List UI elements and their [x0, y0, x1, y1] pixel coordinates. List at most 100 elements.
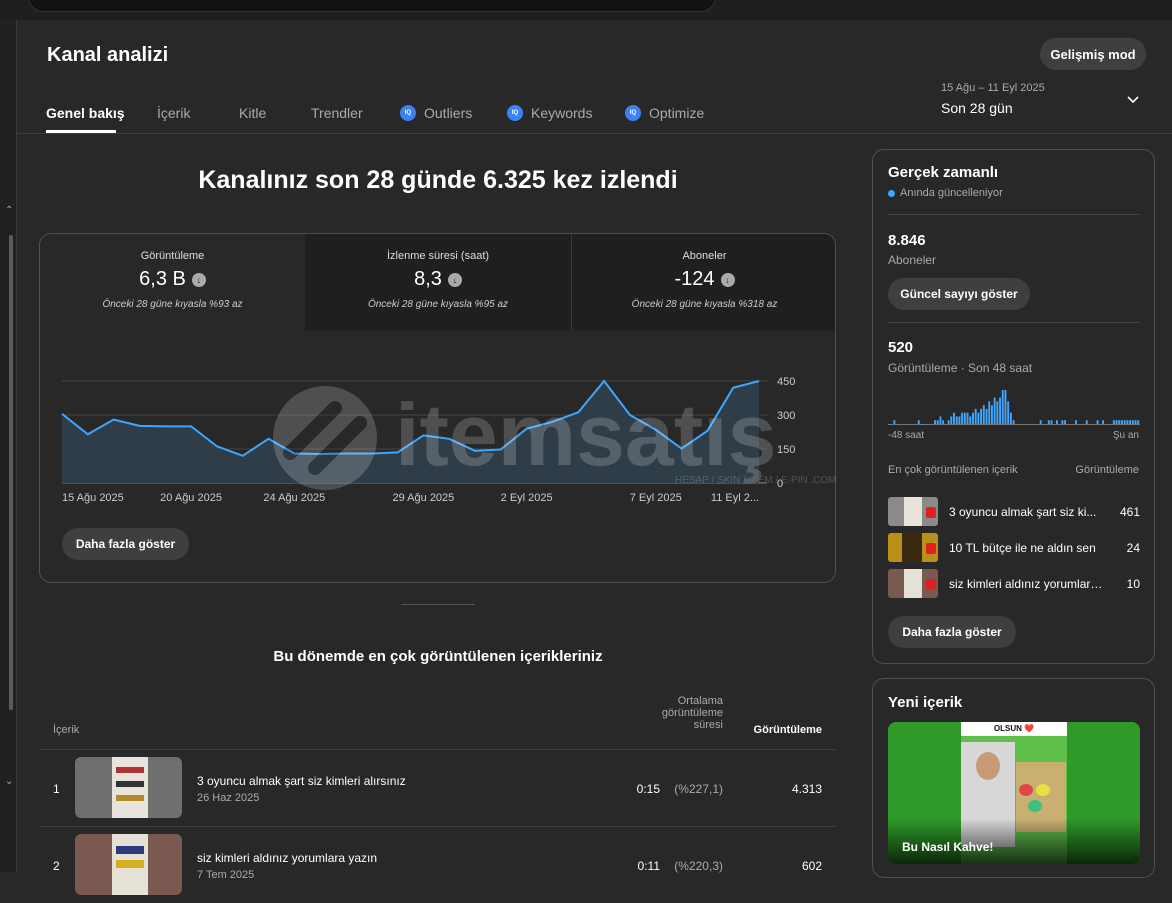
- realtime-bar[interactable]: [947, 420, 950, 424]
- search-input[interactable]: [28, 0, 716, 12]
- tab-optimize[interactable]: IQ Optimize: [625, 103, 704, 123]
- date-range-label[interactable]: Son 28 gün: [941, 100, 1013, 116]
- y-tick-label: 450: [777, 376, 795, 388]
- realtime-bar[interactable]: [1137, 420, 1140, 424]
- realtime-bar[interactable]: [1047, 420, 1050, 424]
- realtime-bar[interactable]: [1009, 412, 1012, 424]
- realtime-bar[interactable]: [1004, 390, 1007, 424]
- left-scrollbar[interactable]: [9, 235, 13, 710]
- top-content-title: Bu dönemde en çok görüntülenen içerikler…: [273, 648, 603, 665]
- scroll-down-icon[interactable]: ⌄: [5, 776, 13, 787]
- list-item[interactable]: 10 TL bütçe ile ne aldın sen 24: [888, 533, 1140, 563]
- realtime-bar[interactable]: [996, 401, 999, 424]
- realtime-bar[interactable]: [1126, 420, 1129, 424]
- realtime-show-more-button[interactable]: Daha fazla göster: [888, 616, 1016, 648]
- metric-watch-time[interactable]: İzlenme süresi (saat) 8,3 ↓ Önceki 28 gün…: [305, 234, 571, 331]
- video-title: siz kimleri aldınız yorumlara ...: [949, 577, 1106, 591]
- show-live-count-button[interactable]: Güncel sayıyı göster: [888, 278, 1030, 310]
- realtime-bar[interactable]: [936, 420, 939, 424]
- scroll-up-icon[interactable]: ⌃: [5, 205, 13, 216]
- realtime-bar[interactable]: [1012, 420, 1015, 424]
- realtime-bar[interactable]: [1121, 420, 1123, 424]
- realtime-bar[interactable]: [1123, 420, 1126, 424]
- realtime-bar[interactable]: [934, 420, 936, 424]
- video-thumbnail[interactable]: [75, 834, 182, 895]
- realtime-bar[interactable]: [966, 412, 969, 424]
- realtime-bar[interactable]: [974, 408, 977, 424]
- realtime-bar[interactable]: [982, 405, 985, 424]
- realtime-bar[interactable]: [1056, 420, 1058, 424]
- x-tick-label: 24 Ağu 2025: [263, 492, 325, 504]
- realtime-bar-chart[interactable]: [888, 385, 1140, 425]
- tab-content[interactable]: İçerik: [157, 103, 190, 123]
- realtime-bar[interactable]: [990, 405, 993, 424]
- col-header-avg: Ortalama görüntüleme süresi: [661, 695, 723, 731]
- tab-trends[interactable]: Trendler: [311, 103, 363, 123]
- realtime-bar[interactable]: [969, 416, 972, 424]
- realtime-bar[interactable]: [942, 420, 945, 424]
- y-tick-label: 150: [777, 444, 795, 456]
- chevron-down-icon[interactable]: [1125, 92, 1141, 108]
- realtime-bar[interactable]: [977, 412, 980, 424]
- metric-subscribers[interactable]: Aboneler -124 ↓ Önceki 28 güne kıyasla %3…: [571, 234, 835, 331]
- realtime-bar[interactable]: [999, 397, 1002, 424]
- video-title[interactable]: siz kimleri aldınız yorumlara yazın: [197, 851, 377, 865]
- realtime-bar[interactable]: [1134, 420, 1137, 424]
- show-more-button[interactable]: Daha fazla göster: [62, 528, 189, 560]
- list-item[interactable]: 3 oyuncu almak şart siz ki... 461: [888, 497, 1140, 527]
- list-item[interactable]: siz kimleri aldınız yorumlara ... 10: [888, 569, 1140, 599]
- realtime-bar[interactable]: [1115, 420, 1118, 424]
- arrow-down-icon: ↓: [191, 272, 206, 287]
- realtime-bar[interactable]: [988, 401, 991, 424]
- realtime-bar[interactable]: [1102, 420, 1104, 424]
- table-row[interactable]: 2 siz kimleri aldınız yorumlara yazın 7 …: [40, 827, 836, 903]
- realtime-bar[interactable]: [972, 412, 974, 424]
- realtime-bar[interactable]: [950, 416, 953, 424]
- realtime-bar[interactable]: [993, 397, 996, 424]
- chart-area: [62, 381, 759, 483]
- realtime-bar[interactable]: [953, 412, 955, 424]
- x-tick-label: 7 Eyl 2025: [630, 492, 682, 504]
- video-title[interactable]: 3 oyuncu almak şart siz kimleri alırsını…: [197, 774, 406, 788]
- col-header-views[interactable]: Görüntüleme: [740, 724, 822, 736]
- realtime-bar[interactable]: [1050, 420, 1053, 424]
- top-bar: [0, 0, 1172, 20]
- realtime-bar[interactable]: [1118, 420, 1121, 424]
- realtime-bar[interactable]: [1112, 420, 1115, 424]
- axis-start: -48 saat: [888, 430, 925, 441]
- realtime-bar[interactable]: [1007, 401, 1010, 424]
- y-tick-label: 300: [777, 410, 795, 422]
- tab-outliers[interactable]: IQ Outliers: [400, 103, 472, 123]
- realtime-bar[interactable]: [958, 416, 961, 424]
- new-video-title: Bu Nasıl Kahve!: [902, 840, 994, 854]
- realtime-bar[interactable]: [1039, 420, 1042, 424]
- advanced-mode-button[interactable]: Gelişmiş mod: [1040, 38, 1146, 70]
- realtime-bar[interactable]: [893, 420, 896, 424]
- tab-keywords[interactable]: IQ Keywords: [507, 103, 592, 123]
- x-tick-label: 29 Ağu 2025: [393, 492, 455, 504]
- realtime-bar[interactable]: [1001, 390, 1004, 424]
- realtime-bar[interactable]: [1061, 420, 1064, 424]
- realtime-bar[interactable]: [961, 412, 964, 424]
- realtime-bar[interactable]: [1131, 420, 1134, 424]
- realtime-bar[interactable]: [1074, 420, 1077, 424]
- realtime-bar[interactable]: [955, 416, 958, 424]
- realtime-bar[interactable]: [1085, 420, 1088, 424]
- realtime-bar[interactable]: [1129, 420, 1132, 424]
- realtime-bar[interactable]: [1096, 420, 1099, 424]
- metric-views[interactable]: Görüntüleme 6,3 B ↓ Önceki 28 güne kıyasl…: [40, 234, 305, 331]
- realtime-bar[interactable]: [985, 408, 988, 424]
- top-content-views-header: Görüntüleme: [1075, 464, 1139, 476]
- video-views: 10: [1126, 577, 1140, 591]
- tab-overview[interactable]: Genel bakış: [46, 103, 125, 123]
- realtime-bar[interactable]: [939, 416, 942, 424]
- realtime-bar[interactable]: [917, 420, 920, 424]
- realtime-bar[interactable]: [1064, 420, 1067, 424]
- video-thumbnail[interactable]: [75, 757, 182, 818]
- realtime-bar[interactable]: [963, 412, 966, 424]
- realtime-bar[interactable]: [980, 408, 983, 424]
- x-tick-label: 11 Eyl 2...: [711, 492, 759, 504]
- new-video-thumbnail[interactable]: OLSUN ❤️ Bu Nasıl Kahve!: [888, 722, 1140, 864]
- table-row[interactable]: 1 3 oyuncu almak şart siz kimleri alırsı…: [40, 750, 836, 826]
- tab-audience[interactable]: Kitle: [239, 103, 266, 123]
